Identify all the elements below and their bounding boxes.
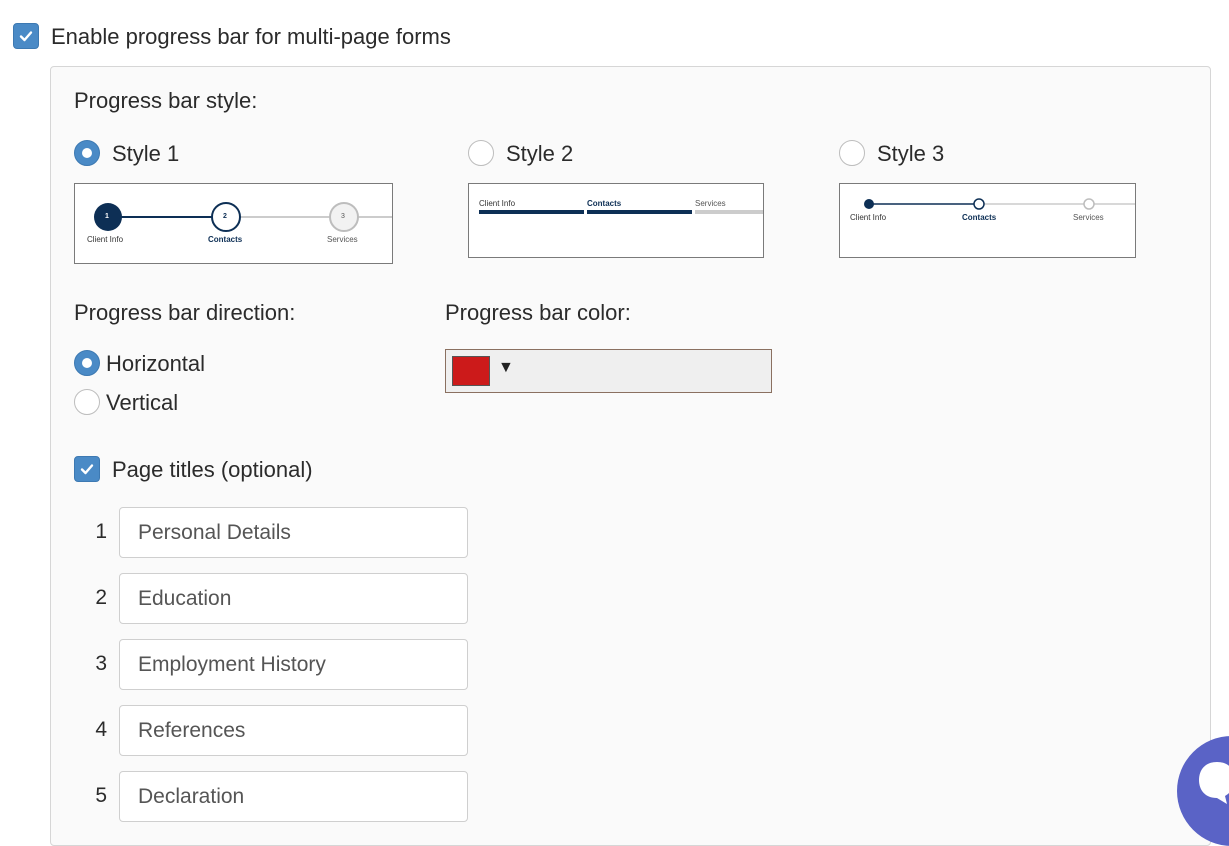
style-2-radio[interactable] [468, 140, 494, 166]
style-3-label[interactable]: Style 3 [877, 141, 944, 167]
style-1-preview-graphic [94, 202, 392, 232]
page-titles-label[interactable]: Page titles (optional) [112, 457, 313, 483]
style-1-step-3-number: 3 [341, 213, 345, 220]
style-2-bar-3 [695, 210, 763, 214]
style-3-radio[interactable] [839, 140, 865, 166]
style-3-step-1-label: Client Info [850, 213, 887, 222]
style-1-label[interactable]: Style 1 [112, 141, 179, 167]
style-1-preview[interactable]: 1 2 3 Client Info Contacts Services [74, 183, 393, 264]
style-1-step-2-number: 2 [223, 213, 227, 220]
chevron-down-icon: ▼ [498, 359, 514, 376]
enable-progress-bar-checkbox[interactable] [13, 23, 39, 49]
style-2-label[interactable]: Style 2 [506, 141, 573, 167]
style-1-radio[interactable] [74, 140, 100, 166]
style-3-step-3-label: Services [1073, 213, 1104, 222]
chat-icon [1199, 762, 1229, 804]
progress-bar-direction-title: Progress bar direction: [74, 300, 296, 325]
progress-bar-color-title: Progress bar color: [445, 300, 631, 325]
page-title-2-input[interactable] [119, 573, 468, 624]
page-title-3-input[interactable] [119, 639, 468, 690]
direction-horizontal-radio[interactable] [74, 350, 100, 376]
style-2-step-1-label: Client Info [479, 199, 516, 208]
page-title-5-input[interactable] [119, 771, 468, 822]
style-2-bar-2 [587, 210, 692, 214]
page-title-4-input[interactable] [119, 705, 468, 756]
progress-bar-color-picker[interactable]: ▼ [445, 349, 772, 393]
enable-progress-bar-label[interactable]: Enable progress bar for multi-page forms [51, 24, 451, 50]
style-2-step-2-label: Contacts [587, 199, 622, 208]
page-title-4-number: 4 [95, 718, 107, 741]
style-1-step-3-label: Services [327, 235, 358, 244]
style-1-step-2-label: Contacts [208, 235, 243, 244]
style-3-preview[interactable]: Client Info Contacts Services [839, 183, 1136, 258]
page-title-5-number: 5 [95, 784, 107, 807]
style-2-bar-1 [479, 210, 584, 214]
check-icon [19, 31, 33, 42]
page-title-2-number: 2 [95, 586, 107, 609]
style-3-step-2-label: Contacts [962, 213, 997, 222]
style-1-step-1-label: Client Info [87, 235, 124, 244]
direction-horizontal-label[interactable]: Horizontal [106, 351, 205, 377]
progress-bar-style-title: Progress bar style: [74, 88, 258, 113]
style-1-step-1-number: 1 [105, 213, 109, 220]
style-2-preview[interactable]: Client Info Contacts Services [468, 183, 764, 258]
page-title-1-input[interactable] [119, 507, 468, 558]
direction-vertical-radio[interactable] [74, 389, 100, 415]
check-icon [80, 464, 94, 475]
page-title-1-number: 1 [95, 520, 107, 543]
page-title-3-number: 3 [95, 652, 107, 675]
page-titles-checkbox[interactable] [74, 456, 100, 482]
color-swatch [452, 356, 490, 386]
direction-vertical-label[interactable]: Vertical [106, 390, 178, 416]
style-2-step-3-label: Services [695, 199, 726, 208]
